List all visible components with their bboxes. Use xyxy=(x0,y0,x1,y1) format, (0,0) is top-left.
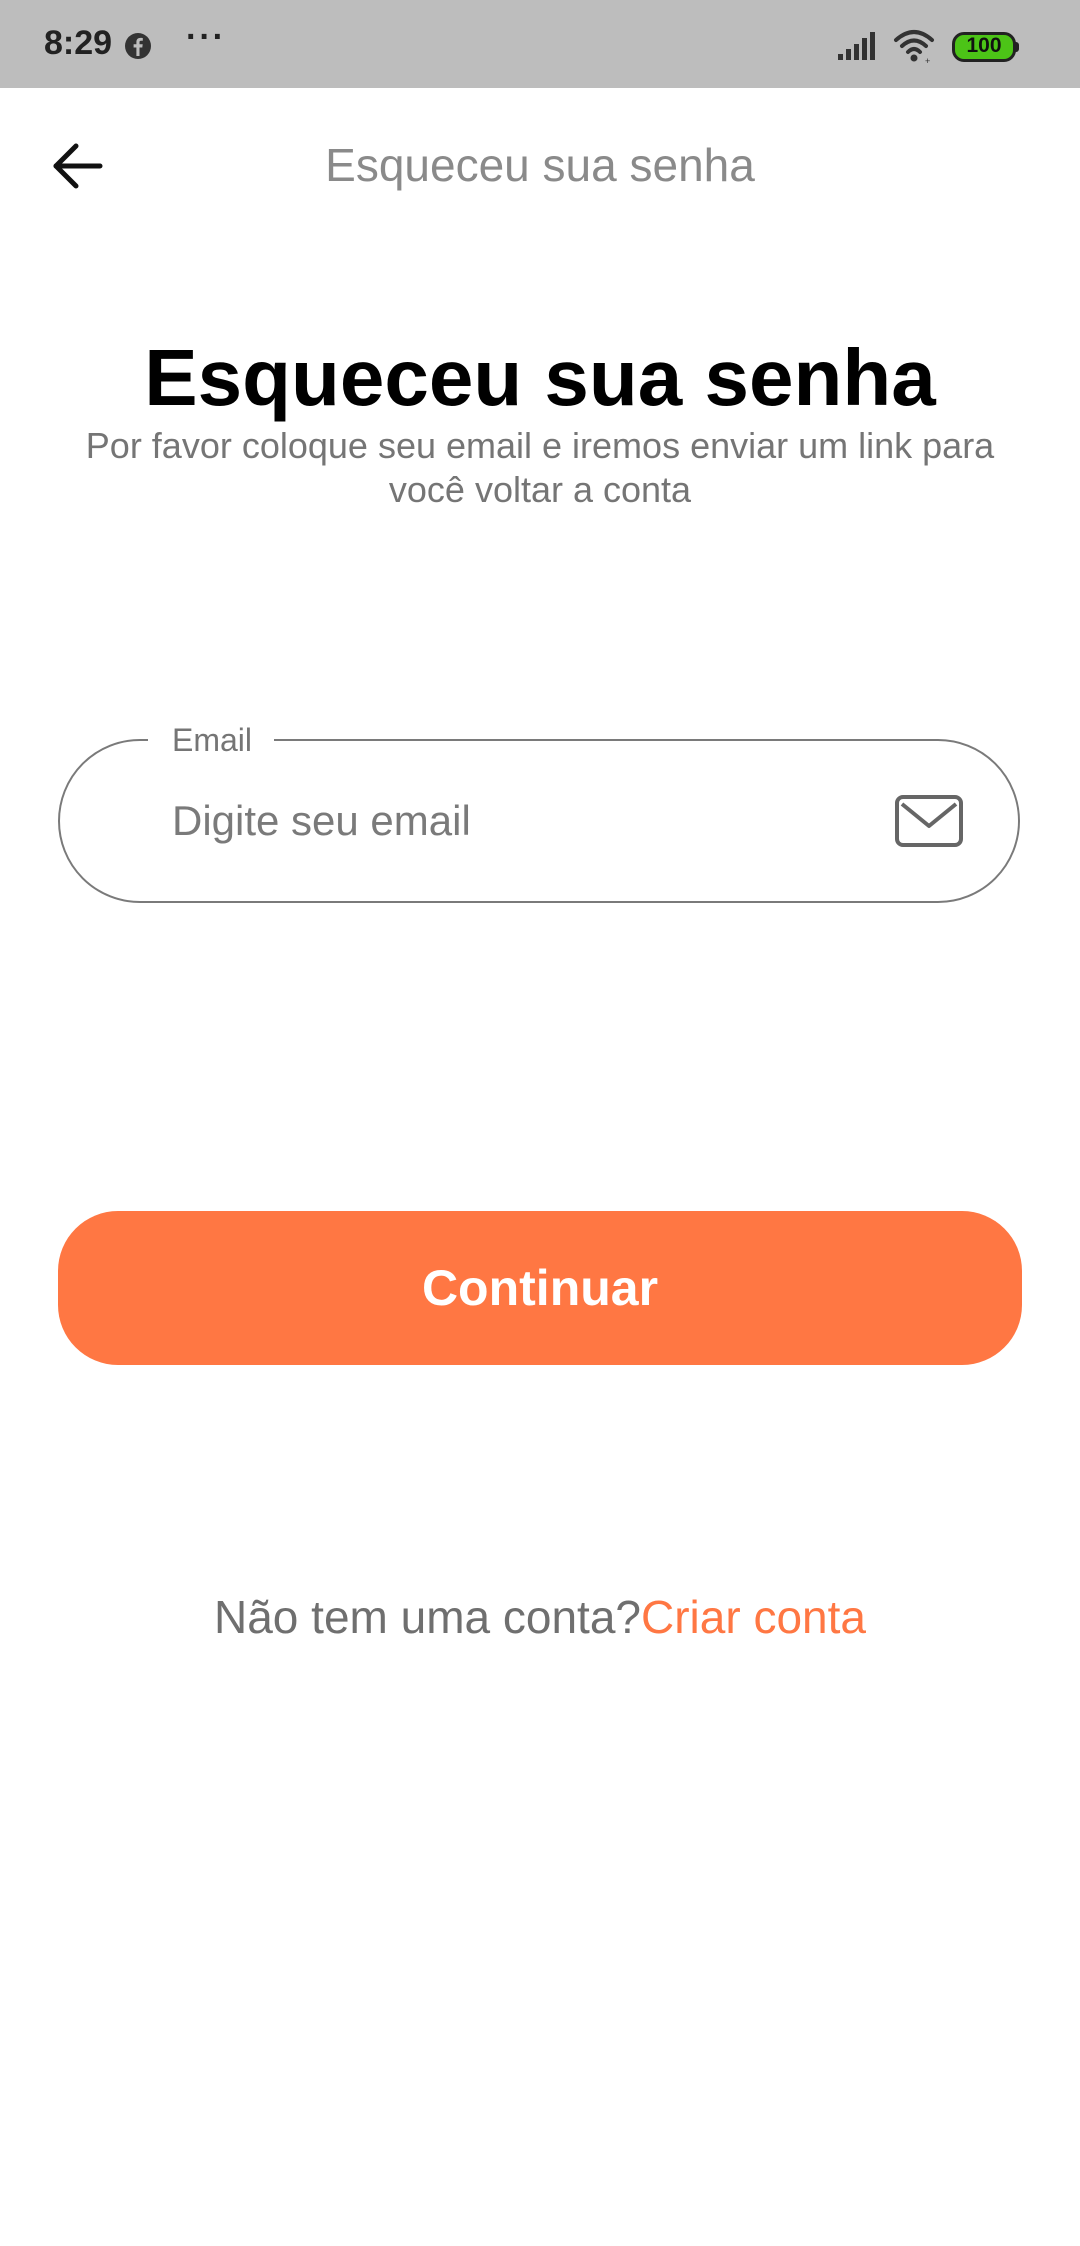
svg-text:+: + xyxy=(925,56,930,66)
app-bar-title: Esqueceu sua senha xyxy=(325,139,755,191)
continue-button[interactable]: Continuar xyxy=(58,1211,1022,1365)
signup-row: Não tem uma conta?Criar conta xyxy=(0,1590,1080,1644)
signup-prompt: Não tem uma conta? xyxy=(214,1591,642,1643)
mail-icon xyxy=(895,795,963,847)
email-field-label: Email xyxy=(148,721,275,759)
email-field: Email xyxy=(58,721,1020,903)
signal-icon xyxy=(838,32,875,60)
status-bar: 8:29 ··· + 100 xyxy=(0,0,1080,88)
status-time: 8:29 xyxy=(44,24,113,62)
facebook-icon xyxy=(125,33,151,59)
battery-level: 100 xyxy=(966,34,1002,57)
wifi-icon: + xyxy=(894,30,934,66)
create-account-link[interactable]: Criar conta xyxy=(641,1591,866,1643)
battery-icon: 100 xyxy=(952,32,1019,62)
battery-tip xyxy=(1015,42,1019,52)
email-input[interactable] xyxy=(172,781,872,861)
page-subtitle: Por favor coloque seu email e iremos env… xyxy=(85,425,995,510)
page-heading: Esqueceu sua senha xyxy=(144,333,936,422)
overflow-dots: ··· xyxy=(186,18,226,56)
